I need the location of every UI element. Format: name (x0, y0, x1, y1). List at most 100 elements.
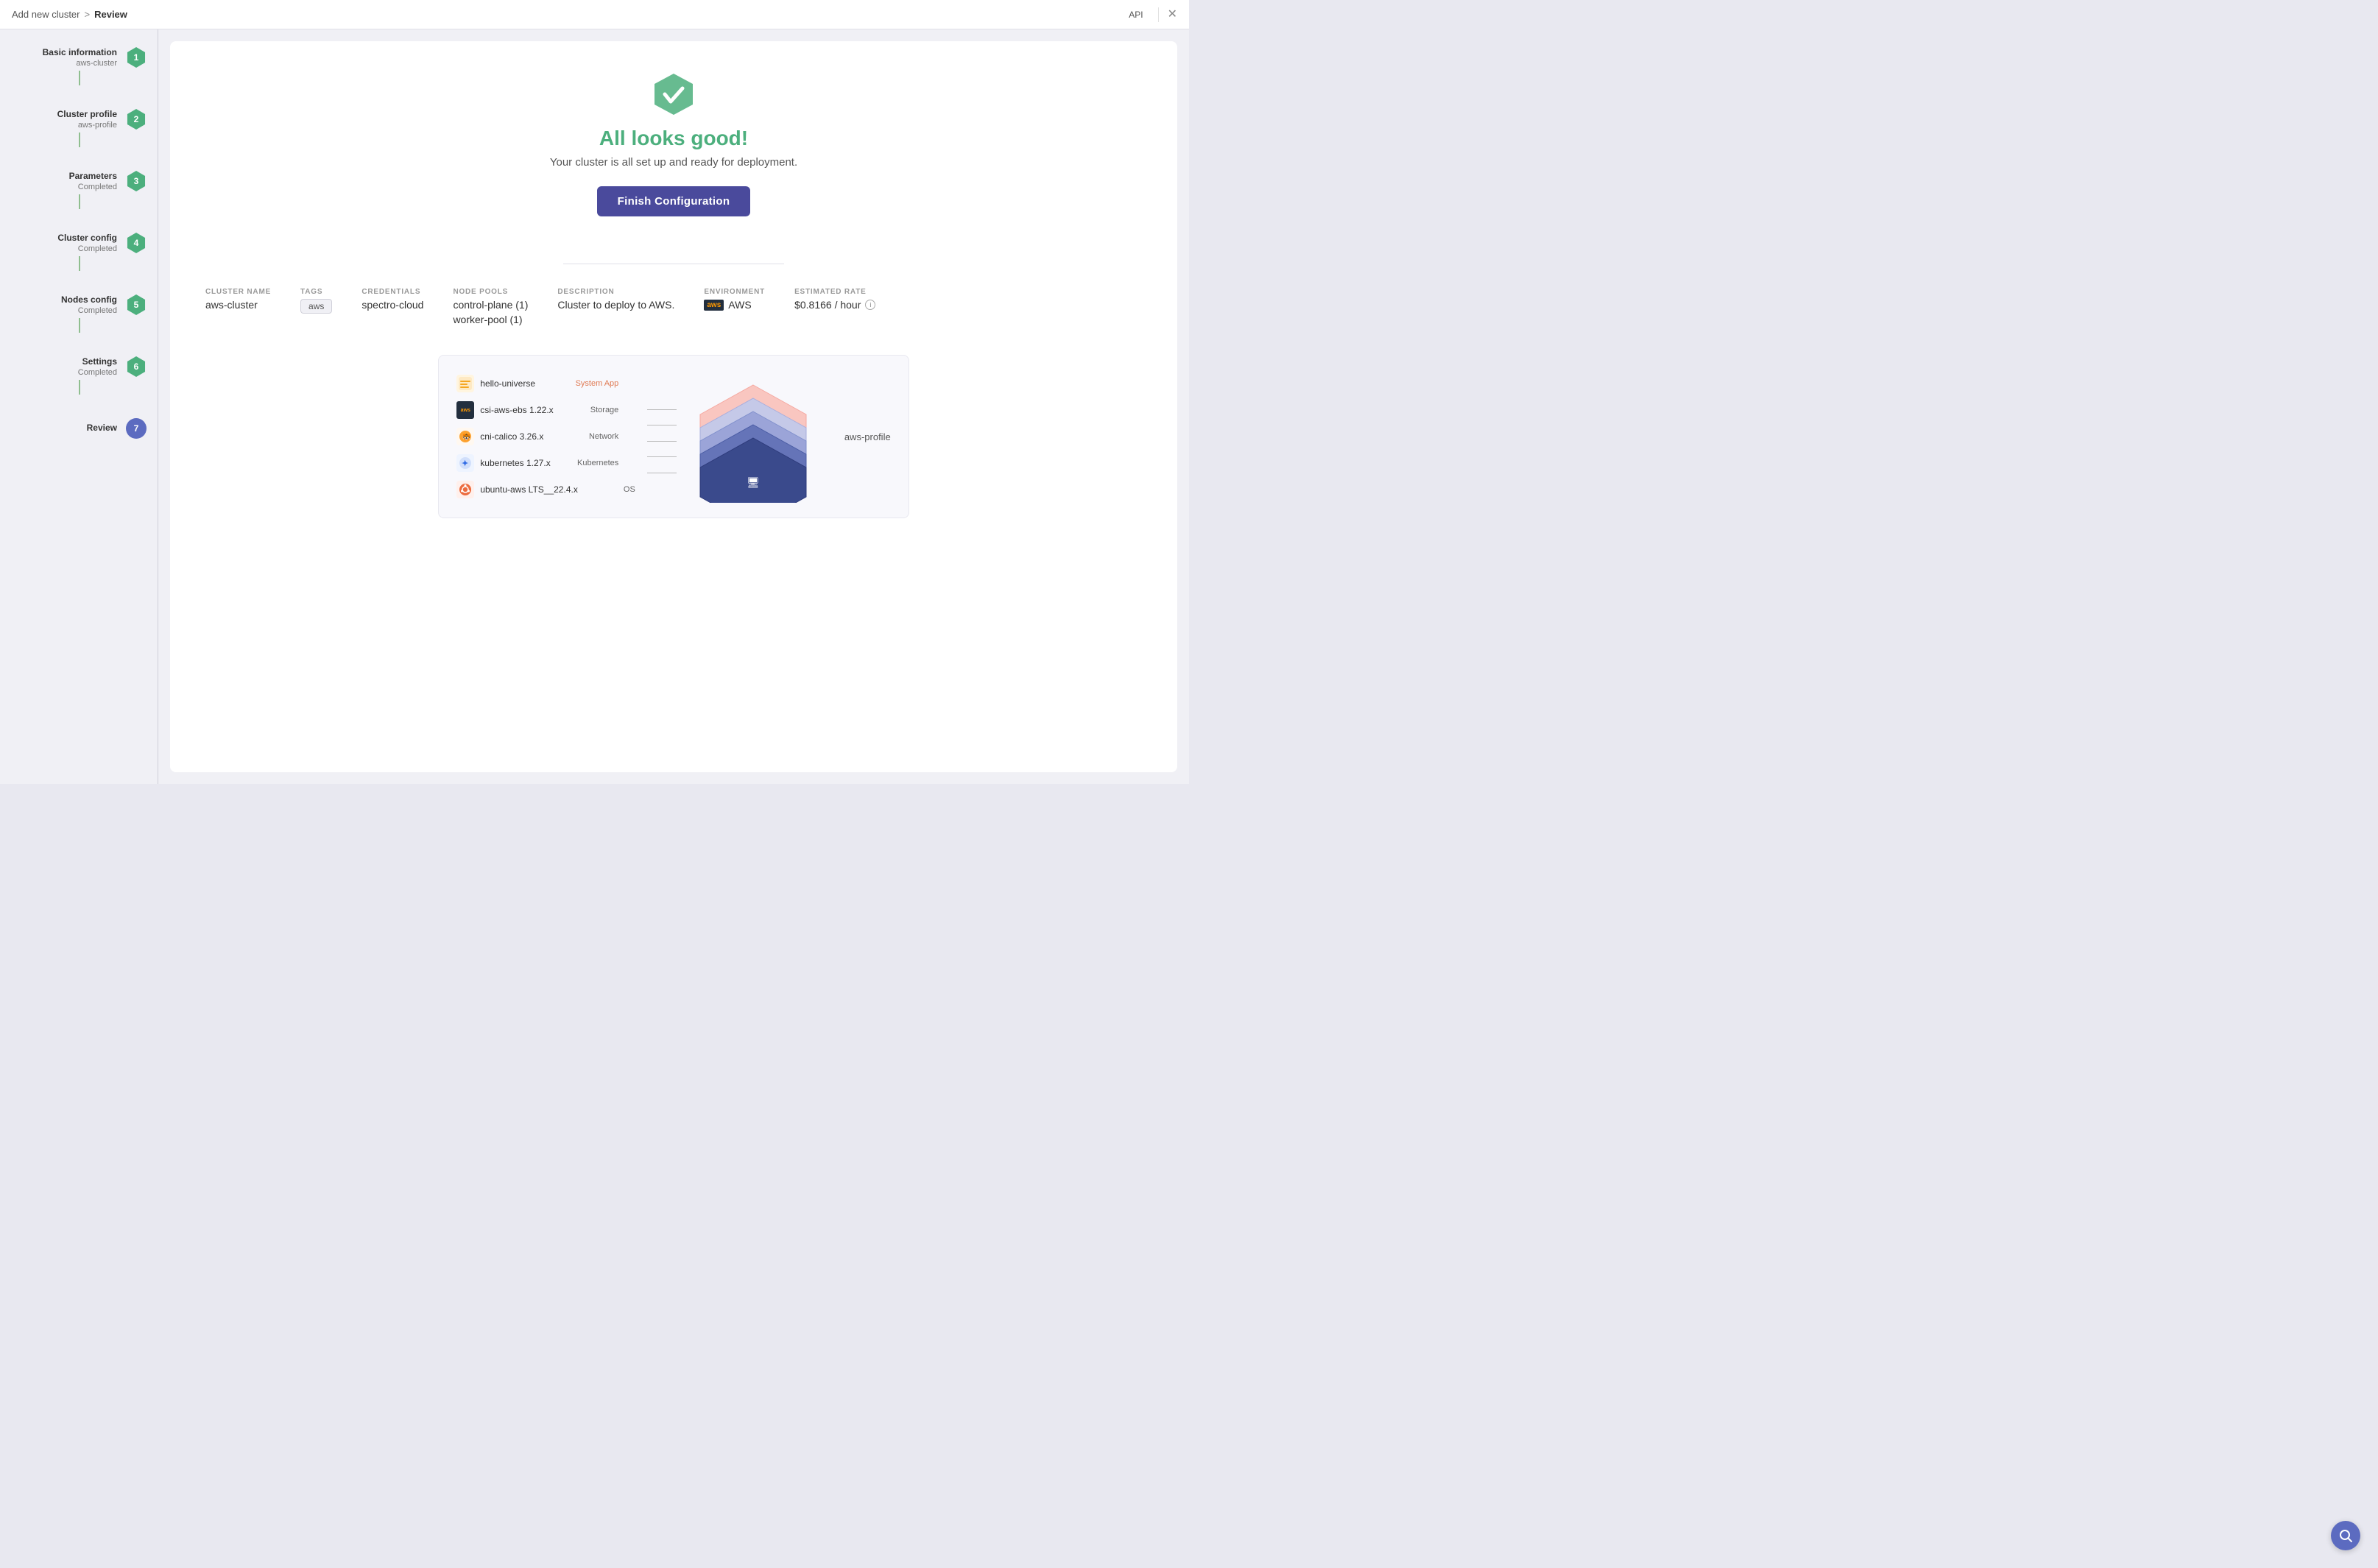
stack-type-cni-calico: Network (567, 432, 618, 441)
sidebar: Basic information aws-cluster 1 Cluster … (0, 29, 158, 784)
breadcrumb: Add new cluster > Review (12, 9, 127, 20)
titlebar-actions: API ✕ (1123, 7, 1177, 22)
stack-item-ubuntu: ubuntu-aws LTS__22.4.x OS (456, 476, 635, 503)
description-group: DESCRIPTION Cluster to deploy to AWS. (557, 288, 674, 311)
description-value: Cluster to deploy to AWS. (557, 299, 674, 311)
environment-value-row: aws AWS (704, 299, 765, 311)
stack-type-hello-universe: System App (567, 379, 618, 388)
stack-name-ubuntu: ubuntu-aws LTS__22.4.x (480, 484, 578, 495)
stack-type-kubernetes: Kubernetes (567, 459, 618, 467)
sidebar-step-2: Cluster profile aws-profile 2 (0, 109, 158, 150)
environment-value: AWS (728, 299, 751, 311)
estimated-rate-value-row: $0.8166 / hour i (794, 299, 875, 311)
step-6-label: Settings Completed (12, 356, 117, 377)
credentials-group: CREDENTIALS spectro-cloud (361, 288, 423, 311)
stack-type-ubuntu: OS (584, 485, 635, 494)
tags-label: TAGS (300, 288, 332, 296)
cluster-info-row: CLUSTER NAME aws-cluster TAGS aws CREDEN… (205, 288, 1142, 325)
line-3 (647, 441, 677, 442)
svg-text:🖥: 🖥 (747, 476, 760, 488)
node-pools-label: NODE POOLS (453, 288, 528, 296)
step-7-badge: 7 (126, 418, 147, 439)
sidebar-step-1: Basic information aws-cluster 1 (0, 47, 158, 88)
hero-title: All looks good! (599, 127, 748, 150)
step-5-badge: 5 (126, 294, 147, 315)
profile-label: aws-profile (844, 431, 891, 442)
stack-section: hello-universe System App aws csi-aws-eb… (205, 355, 1142, 518)
finish-configuration-button[interactable]: Finish Configuration (597, 186, 751, 216)
search-fab-icon (2338, 1528, 2353, 1543)
stack-name-hello-universe: hello-universe (480, 378, 561, 389)
stack-name-kubernetes: kubernetes 1.27.x (480, 458, 561, 468)
info-icon[interactable]: i (865, 300, 875, 310)
connector-lines (647, 400, 677, 473)
sidebar-step-7[interactable]: Review 7 (0, 418, 158, 439)
cluster-name-value: aws-cluster (205, 299, 271, 311)
cni-calico-icon: 🐯 (456, 428, 474, 445)
aws-logo: aws (704, 300, 724, 311)
api-button[interactable]: API (1123, 7, 1149, 22)
svg-text:✦: ✦ (462, 459, 468, 468)
environment-label: ENVIRONMENT (704, 288, 765, 296)
step-4-label: Cluster config Completed (12, 233, 117, 253)
line-1 (647, 409, 677, 410)
search-fab-button[interactable] (2331, 1521, 2360, 1550)
estimated-rate-value: $0.8166 / hour (794, 299, 861, 311)
cluster-name-group: CLUSTER NAME aws-cluster (205, 288, 271, 311)
hero-subtitle: Your cluster is all set up and ready for… (550, 156, 797, 169)
connector (79, 380, 80, 395)
tags-group: TAGS aws (300, 288, 332, 314)
connector (79, 71, 80, 85)
step-1-badge: 1 (126, 47, 147, 68)
step-3-badge: 3 (126, 171, 147, 191)
breadcrumb-sep: > (85, 9, 91, 20)
svg-text:🐯: 🐯 (462, 433, 470, 441)
breadcrumb-root: Add new cluster (12, 9, 80, 20)
close-button[interactable]: ✕ (1168, 9, 1177, 21)
connector (79, 318, 80, 333)
hello-universe-icon (456, 375, 474, 392)
hero-section: All looks good! Your cluster is all set … (550, 71, 797, 216)
step-3-label: Parameters Completed (12, 171, 117, 191)
connector (79, 256, 80, 271)
stack-card: hello-universe System App aws csi-aws-eb… (438, 355, 908, 518)
step-1-label: Basic information aws-cluster (12, 47, 117, 68)
estimated-rate-label: ESTIMATED RATE (794, 288, 875, 296)
node-pools-group: NODE POOLS control-plane (1) worker-pool… (453, 288, 528, 325)
step-7-label: Review (12, 423, 117, 434)
success-icon (650, 71, 697, 118)
breadcrumb-current: Review (94, 9, 127, 20)
stack-item-kubernetes: ✦ kubernetes 1.27.x Kubernetes (456, 450, 635, 476)
credentials-label: CREDENTIALS (361, 288, 423, 296)
stack-item-csi-aws-ebs: aws csi-aws-ebs 1.22.x Storage (456, 397, 635, 423)
stack-name-csi-aws-ebs: csi-aws-ebs 1.22.x (480, 405, 561, 415)
connector (79, 194, 80, 209)
ubuntu-icon (456, 481, 474, 498)
hex-stack-visual: 🗄 🌐 ⚙ (680, 370, 827, 503)
line-4 (647, 456, 677, 457)
node-pools-line1: control-plane (1) (453, 299, 528, 311)
step-5-label: Nodes config Completed (12, 294, 117, 315)
kubernetes-icon: ✦ (456, 454, 474, 472)
sidebar-step-6: Settings Completed 6 (0, 356, 158, 398)
window: Add new cluster > Review API ✕ Basic inf… (0, 0, 1189, 784)
estimated-rate-group: ESTIMATED RATE $0.8166 / hour i (794, 288, 875, 311)
sidebar-step-4: Cluster config Completed 4 (0, 233, 158, 274)
stack-type-csi-aws-ebs: Storage (567, 406, 618, 414)
credentials-value: spectro-cloud (361, 299, 423, 311)
stack-list: hello-universe System App aws csi-aws-eb… (456, 370, 635, 503)
environment-group: ENVIRONMENT aws AWS (704, 288, 765, 311)
tag-chip: aws (300, 299, 332, 314)
divider (1158, 7, 1159, 22)
stack-item-cni-calico: 🐯 cni-calico 3.26.x Network (456, 423, 635, 450)
cluster-name-label: CLUSTER NAME (205, 288, 271, 296)
sidebar-step-3: Parameters Completed 3 (0, 171, 158, 212)
description-label: DESCRIPTION (557, 288, 674, 296)
csi-aws-ebs-icon: aws (456, 401, 474, 419)
step-6-badge: 6 (126, 356, 147, 377)
sidebar-step-5: Nodes config Completed 5 (0, 294, 158, 336)
stack-item-hello-universe: hello-universe System App (456, 370, 635, 397)
stack-container: hello-universe System App aws csi-aws-eb… (438, 355, 908, 518)
node-pools-line2: worker-pool (1) (453, 314, 528, 325)
titlebar: Add new cluster > Review API ✕ (0, 0, 1189, 29)
